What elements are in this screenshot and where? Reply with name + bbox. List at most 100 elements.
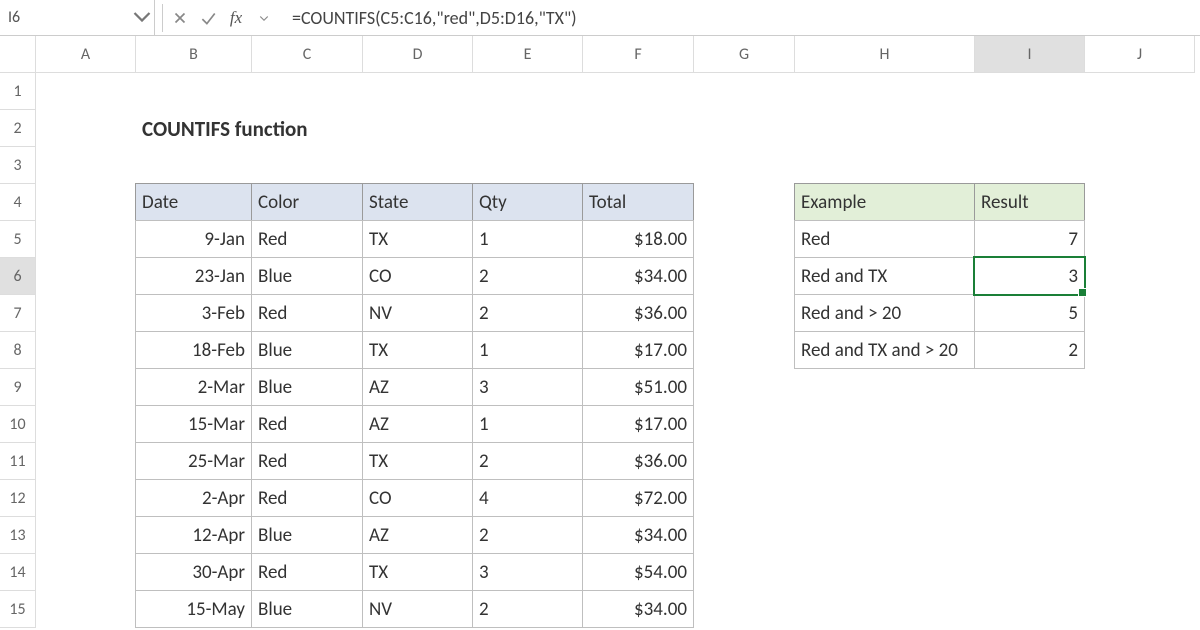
cell-A7[interactable] — [36, 295, 136, 332]
row-header-1[interactable]: 1 — [0, 73, 36, 110]
cell-H8[interactable]: Red and TX and > 20 — [794, 331, 975, 369]
cell-C5[interactable]: Red — [251, 220, 363, 258]
cell-I12[interactable] — [975, 480, 1085, 517]
row-header-9[interactable]: 9 — [0, 369, 36, 406]
cell-J10[interactable] — [1085, 406, 1195, 443]
cell-D13[interactable]: AZ — [362, 516, 473, 554]
cell-H1[interactable] — [795, 73, 975, 110]
cell-C13[interactable]: Blue — [251, 516, 363, 554]
cell-B1[interactable] — [136, 73, 252, 110]
cell-I5[interactable]: 7 — [974, 220, 1085, 258]
cell-I2[interactable] — [975, 110, 1085, 147]
cell-F2[interactable] — [583, 110, 694, 147]
row-header-13[interactable]: 13 — [0, 517, 36, 554]
cell-E2[interactable] — [473, 110, 583, 147]
cell-H15[interactable] — [795, 591, 975, 628]
cell-C9[interactable]: Blue — [251, 368, 363, 406]
cell-D11[interactable]: TX — [362, 442, 473, 480]
cell-A2[interactable] — [36, 110, 136, 147]
cell-J7[interactable] — [1085, 295, 1195, 332]
cell-H12[interactable] — [795, 480, 975, 517]
cell-H3[interactable] — [795, 147, 975, 184]
cell-H6[interactable]: Red and TX — [794, 257, 975, 295]
cell-D15[interactable]: NV — [362, 590, 473, 628]
cell-G4[interactable] — [694, 184, 795, 221]
cell-G6[interactable] — [694, 258, 795, 295]
cell-A5[interactable] — [36, 221, 136, 258]
cell-B8[interactable]: 18-Feb — [135, 331, 252, 369]
cell-B6[interactable]: 23-Jan — [135, 257, 252, 295]
cell-E8[interactable]: 1 — [472, 331, 583, 369]
result-header-example[interactable]: Example — [794, 183, 975, 221]
cell-D5[interactable]: TX — [362, 220, 473, 258]
cell-J3[interactable] — [1085, 147, 1195, 184]
cell-J12[interactable] — [1085, 480, 1195, 517]
row-header-8[interactable]: 8 — [0, 332, 36, 369]
cell-I9[interactable] — [975, 369, 1085, 406]
cell-D8[interactable]: TX — [362, 331, 473, 369]
cell-A10[interactable] — [36, 406, 136, 443]
cell-B5[interactable]: 9-Jan — [135, 220, 252, 258]
cell-F5[interactable]: $18.00 — [582, 220, 694, 258]
col-header-G[interactable]: G — [694, 36, 795, 73]
row-header-6[interactable]: 6 — [0, 258, 36, 295]
cell-A8[interactable] — [36, 332, 136, 369]
cell-F8[interactable]: $17.00 — [582, 331, 694, 369]
cell-E9[interactable]: 3 — [472, 368, 583, 406]
cell-A11[interactable] — [36, 443, 136, 480]
cell-D3[interactable] — [363, 147, 473, 184]
col-header-A[interactable]: A — [36, 36, 136, 73]
cell-G10[interactable] — [694, 406, 795, 443]
cell-A9[interactable] — [36, 369, 136, 406]
cell-D9[interactable]: AZ — [362, 368, 473, 406]
cell-J2[interactable] — [1085, 110, 1195, 147]
col-header-E[interactable]: E — [473, 36, 583, 73]
row-header-10[interactable]: 10 — [0, 406, 36, 443]
cell-H2[interactable] — [795, 110, 975, 147]
cell-F14[interactable]: $54.00 — [582, 553, 694, 591]
cell-E7[interactable]: 2 — [472, 294, 583, 332]
row-header-11[interactable]: 11 — [0, 443, 36, 480]
cell-A3[interactable] — [36, 147, 136, 184]
row-header-3[interactable]: 3 — [0, 147, 36, 184]
cell-J1[interactable] — [1085, 73, 1195, 110]
chevron-down-icon[interactable] — [130, 4, 154, 32]
cell-E12[interactable]: 4 — [472, 479, 583, 517]
cell-F13[interactable]: $34.00 — [582, 516, 694, 554]
cell-E5[interactable]: 1 — [472, 220, 583, 258]
main-header-state[interactable]: State — [362, 183, 473, 221]
col-header-H[interactable]: H — [795, 36, 975, 73]
cell-J9[interactable] — [1085, 369, 1195, 406]
cell-C6[interactable]: Blue — [251, 257, 363, 295]
cell-I14[interactable] — [975, 554, 1085, 591]
cell-G7[interactable] — [694, 295, 795, 332]
main-header-qty[interactable]: Qty — [472, 183, 583, 221]
cell-F12[interactable]: $72.00 — [582, 479, 694, 517]
cell-H14[interactable] — [795, 554, 975, 591]
cell-I6[interactable]: 3 — [974, 257, 1085, 295]
cell-I7[interactable]: 5 — [974, 294, 1085, 332]
cell-G12[interactable] — [694, 480, 795, 517]
cell-G9[interactable] — [694, 369, 795, 406]
cell-H7[interactable]: Red and > 20 — [794, 294, 975, 332]
col-header-C[interactable]: C — [252, 36, 363, 73]
chevron-down-icon[interactable] — [250, 0, 278, 35]
select-all-corner[interactable] — [0, 36, 36, 73]
cell-E15[interactable]: 2 — [472, 590, 583, 628]
accept-icon[interactable] — [194, 0, 222, 35]
cell-G13[interactable] — [694, 517, 795, 554]
cell-G5[interactable] — [694, 221, 795, 258]
cell-G3[interactable] — [694, 147, 795, 184]
row-header-12[interactable]: 12 — [0, 480, 36, 517]
cell-E10[interactable]: 1 — [472, 405, 583, 443]
cell-E1[interactable] — [473, 73, 583, 110]
cell-I1[interactable] — [975, 73, 1085, 110]
result-header-result[interactable]: Result — [974, 183, 1085, 221]
row-header-2[interactable]: 2 — [0, 110, 36, 147]
cell-I11[interactable] — [975, 443, 1085, 480]
cell-G1[interactable] — [694, 73, 795, 110]
fx-icon[interactable]: fx — [222, 0, 250, 35]
cell-J5[interactable] — [1085, 221, 1195, 258]
row-header-4[interactable]: 4 — [0, 184, 36, 221]
cell-F3[interactable] — [583, 147, 694, 184]
